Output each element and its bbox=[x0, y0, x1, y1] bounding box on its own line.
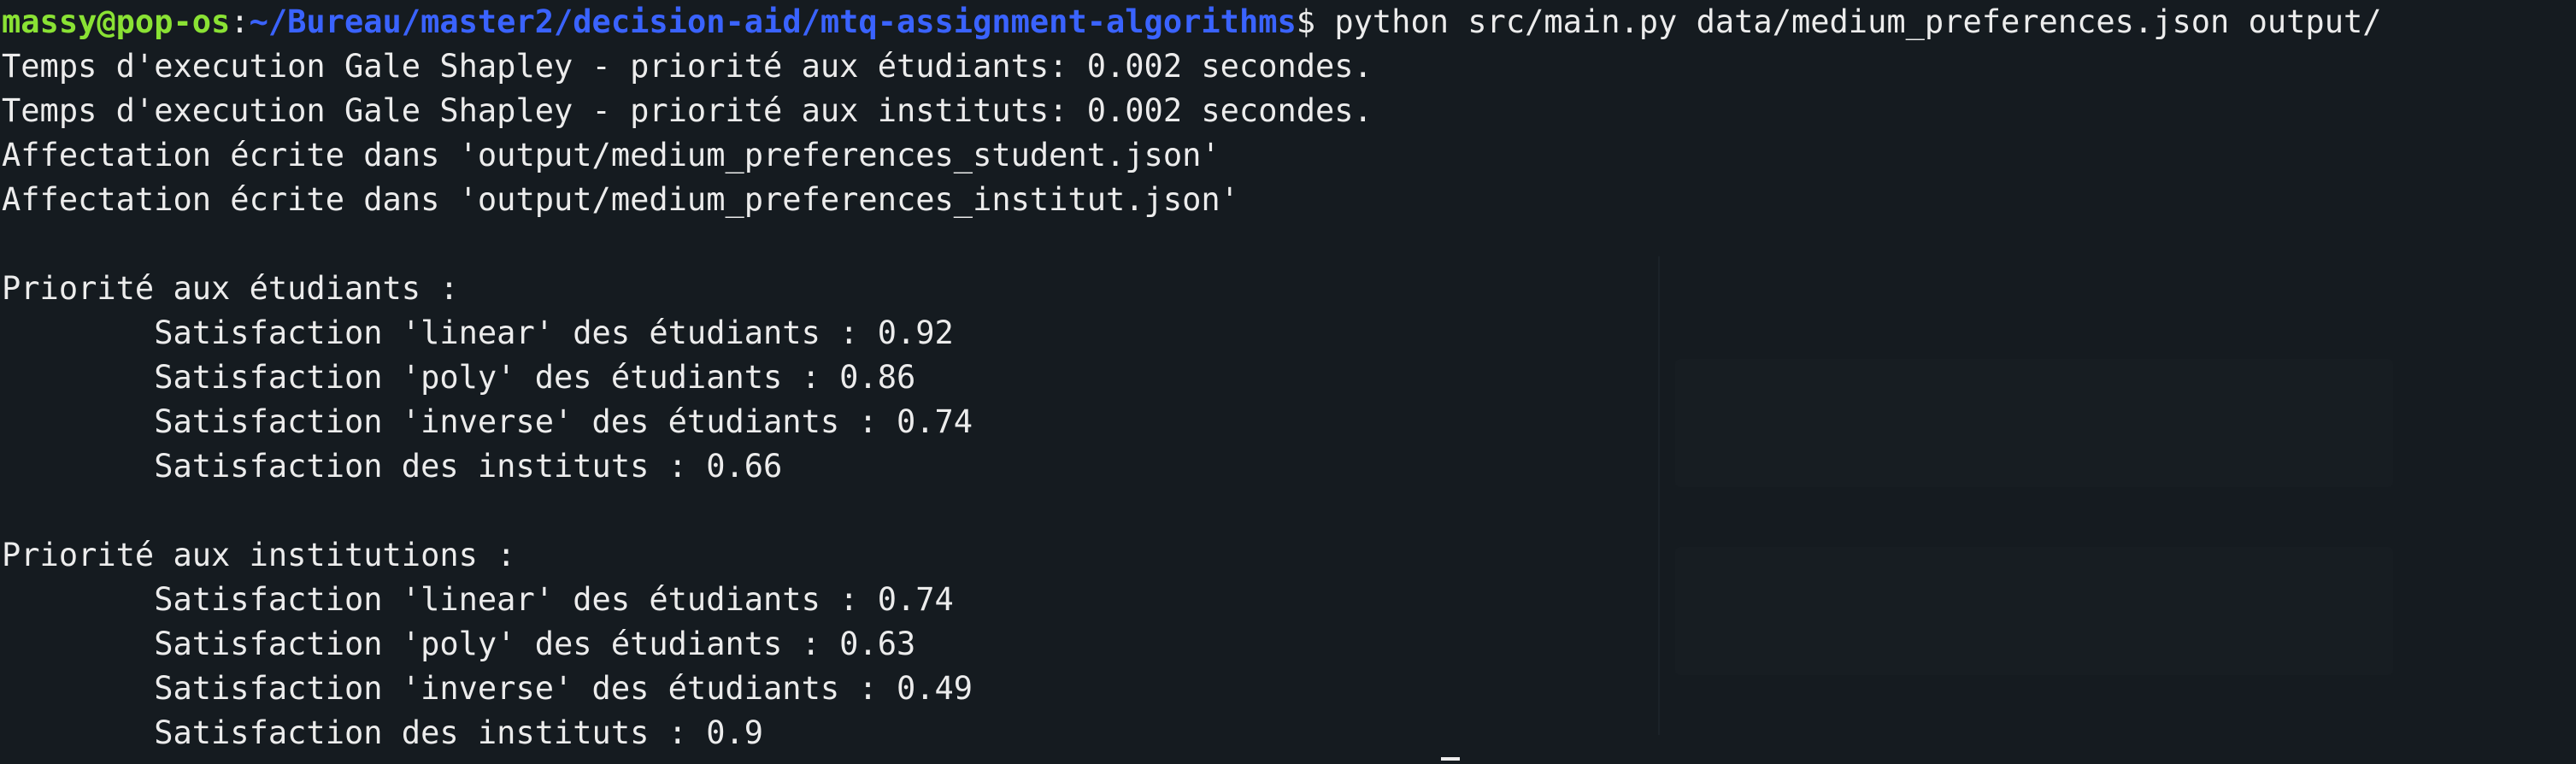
prompt-line: massy@pop-os:~/Bureau/master2/decision-a… bbox=[2, 0, 2576, 44]
prompt-user-host: massy@pop-os bbox=[2, 3, 231, 40]
terminal-output-area[interactable]: massy@pop-os:~/Bureau/master2/decision-a… bbox=[0, 0, 2576, 764]
prompt-path: ~/Bureau/master2/decision-aid/mtq-assign… bbox=[249, 3, 1297, 40]
output-line: Affectation écrite dans 'output/medium_p… bbox=[2, 137, 1220, 173]
output-line: Satisfaction 'inverse' des étudiants : 0… bbox=[2, 403, 973, 440]
prompt-symbol: $ bbox=[1296, 3, 1335, 40]
output-line: Satisfaction 'poly' des étudiants : 0.86 bbox=[2, 359, 916, 396]
output-line: Satisfaction 'linear' des étudiants : 0.… bbox=[2, 314, 954, 351]
output-line: Satisfaction 'linear' des étudiants : 0.… bbox=[2, 581, 954, 618]
output-line: Satisfaction 'inverse' des étudiants : 0… bbox=[2, 670, 973, 707]
prompt-command: python src/main.py data/medium_preferenc… bbox=[1334, 3, 2382, 40]
terminal-screen: massy@pop-os:~/Bureau/master2/decision-a… bbox=[0, 0, 2576, 764]
output-line: Satisfaction 'poly' des étudiants : 0.63 bbox=[2, 626, 916, 662]
prompt-separator: : bbox=[230, 3, 250, 40]
section-heading-institutions: Priorité aux institutions : bbox=[2, 537, 516, 573]
output-line: Temps d'execution Gale Shapley - priorit… bbox=[2, 92, 1373, 129]
text-cursor bbox=[1441, 757, 1460, 761]
section-heading-students: Priorité aux étudiants : bbox=[2, 270, 459, 307]
output-line: Temps d'execution Gale Shapley - priorit… bbox=[2, 48, 1373, 85]
output-line: Affectation écrite dans 'output/medium_p… bbox=[2, 181, 1239, 218]
output-line: Satisfaction des instituts : 0.66 bbox=[2, 448, 783, 485]
output-line: Satisfaction des instituts : 0.9 bbox=[2, 714, 764, 751]
